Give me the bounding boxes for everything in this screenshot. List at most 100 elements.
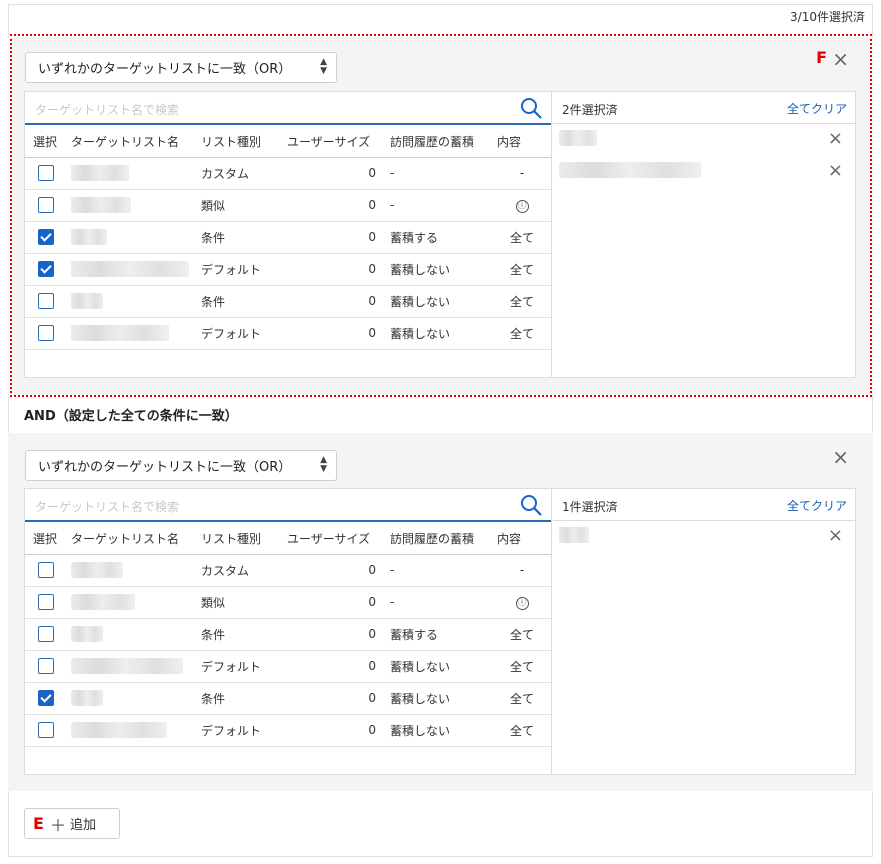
clear-all-link[interactable]: 全てクリア: [787, 497, 847, 514]
remove-icon[interactable]: ×: [828, 160, 843, 181]
column-header: リスト種別: [201, 127, 281, 158]
search-input[interactable]: ターゲットリスト名で検索: [25, 92, 551, 125]
row-checkbox[interactable]: [38, 165, 54, 181]
history-setting: 蓄積しない: [390, 650, 493, 683]
content-value: 全て: [493, 253, 551, 286]
row-checkbox[interactable]: [38, 197, 54, 213]
history-setting: -: [390, 189, 493, 222]
plus-icon: ＋: [49, 815, 66, 835]
column-header: ターゲットリスト名: [71, 127, 201, 158]
list-name-redacted: [71, 626, 103, 642]
info-icon[interactable]: ⓘ: [515, 200, 529, 213]
row-checkbox[interactable]: [38, 658, 54, 674]
table-row[interactable]: 条件 0 蓄積する 全て: [25, 618, 551, 651]
user-size: 0: [281, 189, 390, 222]
list-name-redacted: [71, 690, 103, 706]
list-type: 条件: [201, 285, 281, 318]
table-row[interactable]: デフォルト 0 蓄積しない 全て: [25, 317, 551, 350]
table-row[interactable]: デフォルト 0 蓄積しない 全て: [25, 714, 551, 747]
add-condition-button[interactable]: E ＋ 追加: [24, 808, 120, 839]
list-name-redacted: [71, 293, 103, 309]
table-row[interactable]: 条件 0 蓄積する 全て: [25, 221, 551, 254]
close-icon[interactable]: ×: [832, 49, 849, 69]
row-checkbox[interactable]: [38, 690, 54, 706]
content-value: 全て: [493, 714, 551, 747]
search-placeholder: ターゲットリスト名で検索: [35, 103, 180, 117]
history-setting: 蓄積しない: [390, 285, 493, 318]
table-row[interactable]: デフォルト 0 蓄積しない 全て: [25, 253, 551, 286]
list-name-redacted: [71, 562, 123, 578]
row-checkbox[interactable]: [38, 293, 54, 309]
list-name-redacted: [71, 165, 129, 181]
target-list-table-area: ターゲットリスト名で検索 選択 ターゲットリスト名 リスト種別 ユーザーサイズ …: [25, 92, 552, 377]
list-type: カスタム: [201, 157, 281, 190]
match-type-select[interactable]: いずれかのターゲットリストに一致（OR） ▲ ▼: [25, 52, 337, 83]
list-name-redacted: [71, 229, 107, 245]
list-name-redacted: [71, 261, 189, 277]
list-type: カスタム: [201, 554, 281, 587]
search-icon[interactable]: [519, 96, 543, 120]
column-header: ユーザーサイズ: [281, 127, 390, 158]
table-row[interactable]: カスタム 0 - -: [25, 157, 551, 190]
condition-group-1: F × いずれかのターゲットリストに一致（OR） ▲ ▼ ターゲットリスト名で検索…: [8, 37, 873, 395]
user-size: 0: [281, 554, 390, 587]
table-row[interactable]: カスタム 0 - -: [25, 554, 551, 587]
content-value: 全て: [493, 317, 551, 350]
match-type-select[interactable]: いずれかのターゲットリストに一致（OR） ▲ ▼: [25, 450, 337, 481]
condition-group-2: × いずれかのターゲットリストに一致（OR） ▲ ▼ ターゲットリスト名で検索 選…: [8, 433, 873, 791]
search-icon[interactable]: [519, 493, 543, 517]
row-checkbox[interactable]: [38, 562, 54, 578]
remove-icon[interactable]: ×: [828, 128, 843, 149]
table-row[interactable]: 条件 0 蓄積しない 全て: [25, 682, 551, 715]
list-type: 条件: [201, 682, 281, 715]
close-icon[interactable]: ×: [832, 447, 849, 467]
table-row[interactable]: 類似 0 - ⓘ: [25, 189, 551, 222]
row-checkbox[interactable]: [38, 594, 54, 610]
row-checkbox[interactable]: [38, 261, 54, 277]
annotation-marker-f: F: [816, 48, 827, 67]
table-row[interactable]: 条件 0 蓄積しない 全て: [25, 285, 551, 318]
selected-item: ×: [553, 124, 855, 156]
content-value: -: [493, 554, 551, 587]
table-row[interactable]: デフォルト 0 蓄積しない 全て: [25, 650, 551, 683]
column-header: 内容: [493, 127, 551, 158]
selected-count: 1件選択済: [562, 500, 618, 514]
column-header: 内容: [493, 524, 551, 555]
selected-item: ×: [553, 156, 855, 188]
selected-name-redacted: [559, 527, 589, 543]
row-checkbox[interactable]: [38, 229, 54, 245]
user-size: 0: [281, 317, 390, 350]
row-checkbox[interactable]: [38, 325, 54, 341]
list-name-redacted: [71, 197, 131, 213]
history-setting: 蓄積しない: [390, 253, 493, 286]
add-button-label: 追加: [69, 818, 96, 833]
list-type: デフォルト: [201, 317, 281, 350]
row-checkbox[interactable]: [38, 722, 54, 738]
list-name-redacted: [71, 658, 183, 674]
clear-all-link[interactable]: 全てクリア: [787, 100, 847, 117]
table-header: 選択 ターゲットリスト名 リスト種別 ユーザーサイズ 訪問履歴の蓄積 内容: [25, 127, 551, 158]
column-header: 訪問履歴の蓄積: [390, 127, 493, 158]
list-name-redacted: [71, 722, 167, 738]
row-checkbox[interactable]: [38, 626, 54, 642]
list-type: 条件: [201, 221, 281, 254]
selected-count: 2件選択済: [562, 103, 618, 117]
list-type: 類似: [201, 189, 281, 222]
target-list-table: 選択 ターゲットリスト名 リスト種別 ユーザーサイズ 訪問履歴の蓄積 内容 カス…: [25, 524, 551, 747]
history-setting: 蓄積しない: [390, 317, 493, 350]
content-value: 全て: [493, 285, 551, 318]
search-input[interactable]: ターゲットリスト名で検索: [25, 489, 551, 522]
table-header: 選択 ターゲットリスト名 リスト種別 ユーザーサイズ 訪問履歴の蓄積 内容: [25, 524, 551, 555]
list-name-redacted: [71, 325, 169, 341]
column-header: 選択: [25, 127, 71, 158]
info-icon[interactable]: ⓘ: [515, 597, 529, 610]
table-row[interactable]: 類似 0 - ⓘ: [25, 586, 551, 619]
list-type: 条件: [201, 618, 281, 651]
remove-icon[interactable]: ×: [828, 525, 843, 546]
target-list-panel: ターゲットリスト名で検索 選択 ターゲットリスト名 リスト種別 ユーザーサイズ …: [24, 488, 856, 775]
and-condition-label: AND（設定した全ての条件に一致）: [24, 409, 238, 424]
history-setting: -: [390, 157, 493, 190]
selected-name-redacted: [559, 162, 701, 178]
user-size: 0: [281, 285, 390, 318]
history-setting: 蓄積しない: [390, 714, 493, 747]
